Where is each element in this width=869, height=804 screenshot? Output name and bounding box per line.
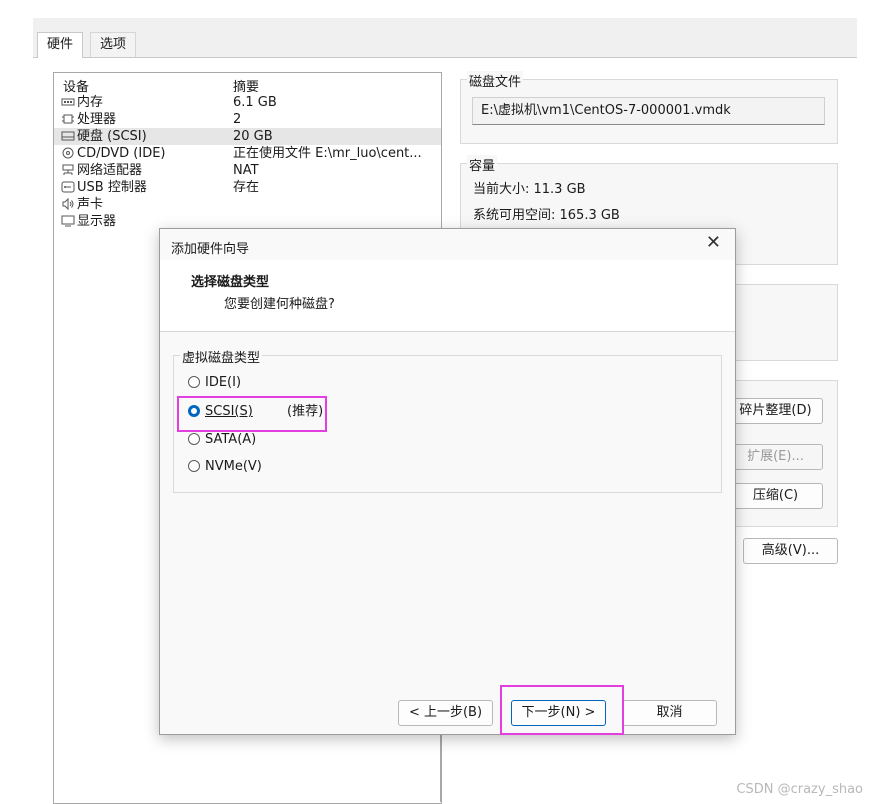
harddisk-icon	[61, 131, 75, 141]
cd-icon	[62, 147, 74, 159]
dialog-header: 选择磁盘类型 您要创建何种磁盘?	[160, 260, 735, 332]
device-name: 网络适配器	[77, 163, 143, 178]
cancel-button[interactable]: 取消	[622, 700, 717, 726]
device-row-memory[interactable]: 内存 6.1 GB	[54, 94, 441, 111]
device-name: USB 控制器	[77, 180, 147, 195]
radio-sata-circle[interactable]	[188, 433, 200, 445]
device-name: 处理器	[77, 112, 117, 127]
capacity-label: 容量	[467, 155, 498, 174]
device-name: 硬盘 (SCSI)	[77, 129, 147, 144]
radio-sata-label: SATA(A)	[205, 432, 257, 447]
device-row-network[interactable]: 网络适配器 NAT	[54, 162, 441, 179]
expand-button[interactable]: 扩展(E)...	[728, 444, 823, 470]
dialog-heading: 选择磁盘类型	[191, 275, 270, 290]
device-name: 声卡	[77, 197, 104, 212]
device-summary: 正在使用文件 E:\mr_luo\cent...	[233, 146, 422, 161]
device-summary: NAT	[233, 163, 259, 178]
scsi-highlight-box	[177, 396, 327, 432]
current-size-text: 当前大小: 11.3 GB	[473, 182, 586, 197]
device-row-cddvd[interactable]: CD/DVD (IDE) 正在使用文件 E:\mr_luo\cent...	[54, 145, 441, 162]
dialog-title: 添加硬件向导	[171, 242, 250, 257]
device-summary: 6.1 GB	[233, 95, 277, 110]
usb-icon	[61, 181, 75, 193]
disk-file-path: E:\虚拟机\vm1\CentOS-7-000001.vmdk	[472, 97, 825, 125]
disk-file-label: 磁盘文件	[467, 71, 524, 90]
device-row-usb[interactable]: USB 控制器 存在	[54, 179, 441, 196]
device-summary: 20 GB	[233, 129, 273, 144]
summary-column-header: 摘要	[233, 80, 260, 95]
available-space-text: 系统可用空间: 165.3 GB	[473, 208, 620, 223]
device-name: 显示器	[77, 214, 117, 229]
radio-ide-label: IDE(I)	[205, 375, 242, 390]
close-icon[interactable]: ✕	[706, 232, 721, 253]
cpu-icon	[62, 114, 74, 124]
compact-button[interactable]: 压缩(C)	[728, 483, 823, 509]
disk-file-group: 磁盘文件 E:\虚拟机\vm1\CentOS-7-000001.vmdk	[460, 71, 838, 144]
network-icon	[62, 164, 74, 175]
device-row-sound[interactable]: 声卡	[54, 196, 441, 213]
device-name: CD/DVD (IDE)	[77, 146, 166, 161]
disk-type-label: 虚拟磁盘类型	[180, 347, 263, 366]
radio-nvme-label: NVMe(V)	[205, 459, 262, 474]
watermark-text: CSDN @crazy_shao	[736, 782, 863, 797]
monitor-icon	[61, 215, 75, 227]
back-button[interactable]: < 上一步(B)	[398, 700, 493, 726]
next-highlight-box	[500, 685, 624, 735]
radio-nvme-circle[interactable]	[188, 460, 200, 472]
device-column-header: 设备	[63, 80, 90, 95]
device-row-harddisk[interactable]: 硬盘 (SCSI) 20 GB	[54, 128, 441, 145]
speaker-icon	[62, 198, 74, 210]
dialog-subheading: 您要创建何种磁盘?	[224, 297, 335, 312]
defrag-button[interactable]: 碎片整理(D)	[728, 398, 823, 424]
device-name: 内存	[77, 95, 104, 110]
device-summary: 存在	[233, 180, 260, 195]
radio-ide-circle[interactable]	[188, 376, 200, 388]
tab-hardware[interactable]: 硬件	[37, 32, 84, 58]
advanced-button[interactable]: 高级(V)...	[743, 538, 838, 564]
memory-icon	[61, 98, 75, 106]
add-hardware-wizard-dialog: 添加硬件向导 ✕ 选择磁盘类型 您要创建何种磁盘? 虚拟磁盘类型 IDE(I) …	[159, 228, 736, 735]
tab-options[interactable]: 选项	[90, 32, 137, 57]
device-row-processor[interactable]: 处理器 2	[54, 111, 441, 128]
device-summary: 2	[233, 112, 242, 127]
